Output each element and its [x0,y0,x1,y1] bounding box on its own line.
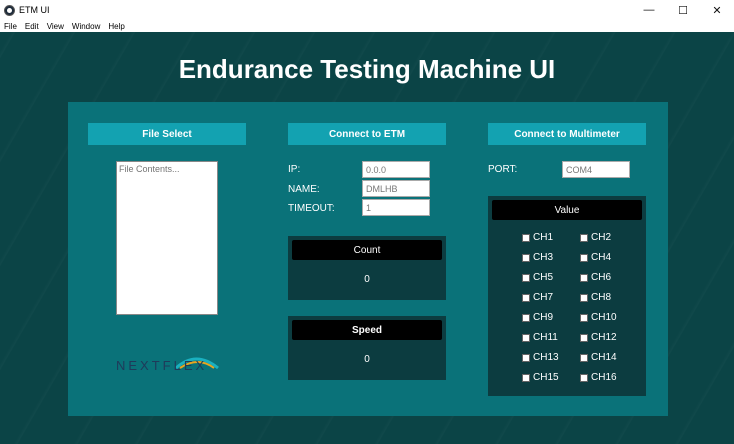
speed-value: 0 [364,354,370,365]
channel-ch6[interactable]: CH6 [580,272,611,283]
control-panel: File Select NEXTFLEX Connect to ETM IP: … [68,102,668,416]
name-label: NAME: [288,184,320,195]
channel-ch5[interactable]: CH5 [522,272,553,283]
channel-ch3[interactable]: CH3 [522,252,553,263]
logo-text: NEXTFLEX [116,358,207,373]
channel-ch10[interactable]: CH10 [580,312,617,323]
ch13-checkbox[interactable] [522,353,530,362]
window-title: ETM UI [19,5,50,15]
ch14-checkbox[interactable] [580,353,588,362]
channel-ch2[interactable]: CH2 [580,232,611,243]
app-title: Endurance Testing Machine UI [178,54,556,84]
ch5-checkbox[interactable] [522,273,530,282]
ip-input[interactable] [362,161,430,178]
menu-edit[interactable]: Edit [21,22,43,31]
channel-ch14[interactable]: CH14 [580,352,617,363]
file-select-button[interactable]: File Select [88,123,246,145]
ch10-checkbox[interactable] [580,313,588,322]
timeout-label: TIMEOUT: [288,203,335,214]
speed-box: Speed 0 [288,316,446,380]
channel-ch11[interactable]: CH11 [522,332,558,343]
ch2-checkbox[interactable] [580,233,588,242]
file-contents-textarea[interactable] [116,161,218,315]
ch7-checkbox[interactable] [522,293,530,302]
channel-ch13[interactable]: CH13 [522,352,559,363]
menu-view[interactable]: View [43,22,68,31]
value-box: Value CH1 CH2 CH3 CH4 CH5 CH6 CH7 CH8 CH… [488,196,646,396]
close-button[interactable]: ✕ [700,0,734,20]
channel-ch15[interactable]: CH15 [522,372,559,383]
ch15-checkbox[interactable] [522,373,530,382]
channel-ch1[interactable]: CH1 [522,232,553,243]
menu-bar: File Edit View Window Help [0,20,734,32]
channel-ch9[interactable]: CH9 [522,312,553,323]
app-icon [4,4,15,16]
ch4-checkbox[interactable] [580,253,588,262]
ip-label: IP: [288,164,301,175]
channel-ch16[interactable]: CH16 [580,372,617,383]
ch3-checkbox[interactable] [522,253,530,262]
window-titlebar: ETM UI — ☐ ✕ [0,0,734,20]
menu-help[interactable]: Help [104,22,128,31]
ch16-checkbox[interactable] [580,373,588,382]
channel-ch12[interactable]: CH12 [580,332,617,343]
nextflex-logo: NEXTFLEX [116,357,219,373]
maximize-button[interactable]: ☐ [666,0,700,20]
count-value: 0 [364,274,370,285]
port-label: PORT: [488,164,518,175]
port-input[interactable] [562,161,630,178]
ch9-checkbox[interactable] [522,313,530,322]
connect-etm-button[interactable]: Connect to ETM [288,123,446,145]
connect-multimeter-button[interactable]: Connect to Multimeter [488,123,646,145]
ch8-checkbox[interactable] [580,293,588,302]
count-box: Count 0 [288,236,446,300]
channel-ch8[interactable]: CH8 [580,292,611,303]
ch12-checkbox[interactable] [580,333,588,342]
ch11-checkbox[interactable] [522,333,530,342]
channel-ch4[interactable]: CH4 [580,252,611,263]
ch1-checkbox[interactable] [522,233,530,242]
channel-ch7[interactable]: CH7 [522,292,553,303]
name-input[interactable] [362,180,430,197]
ch6-checkbox[interactable] [580,273,588,282]
timeout-input[interactable] [362,199,430,216]
count-header: Count [292,240,442,260]
minimize-button[interactable]: — [632,0,666,20]
value-header: Value [492,200,642,220]
menu-window[interactable]: Window [68,22,104,31]
main-area: Endurance Testing Machine UI File Select… [0,32,734,444]
menu-file[interactable]: File [0,22,21,31]
speed-header: Speed [292,320,442,340]
